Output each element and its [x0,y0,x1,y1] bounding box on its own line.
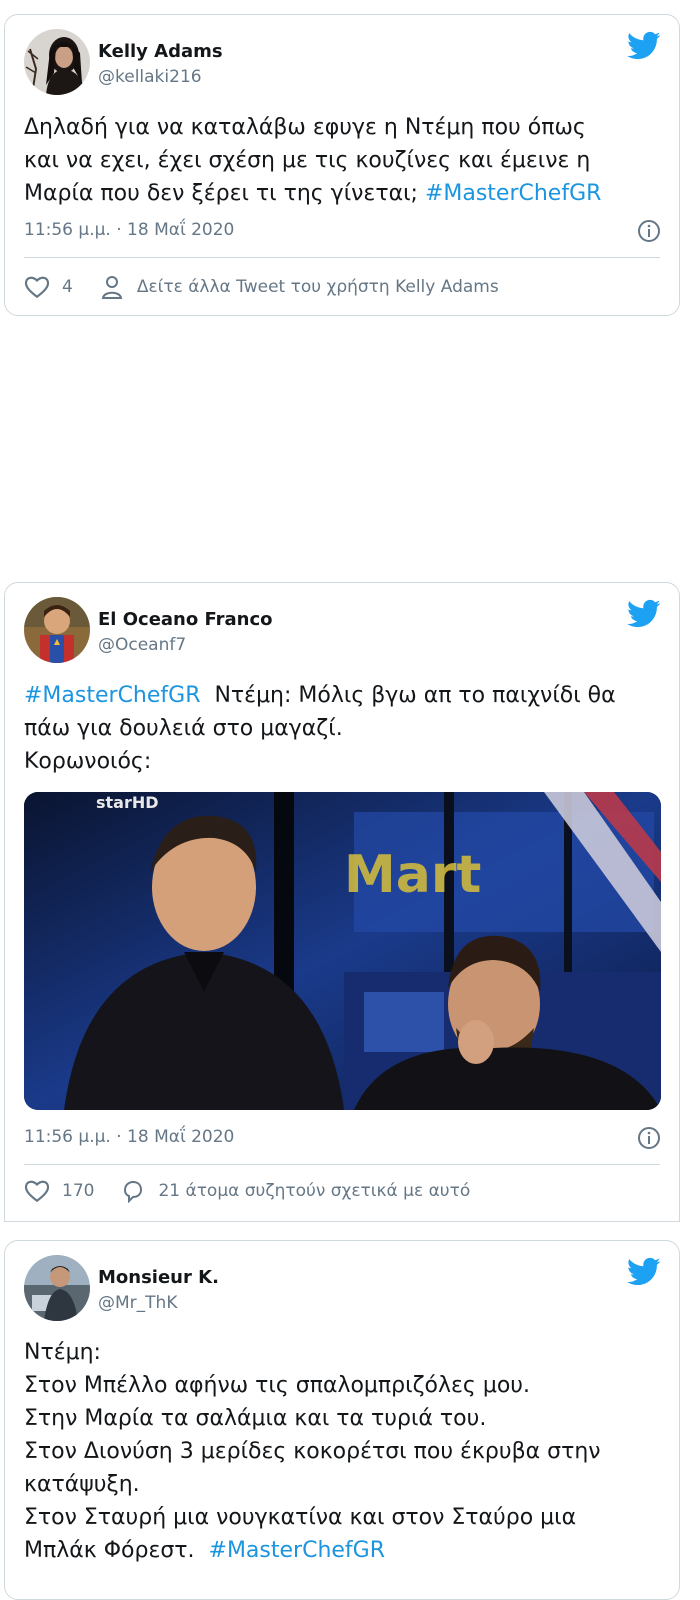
avatar[interactable] [24,29,90,95]
text-line: Κορωνοιός: [24,749,152,774]
conversation-link[interactable]: 21 άτομα συζητούν σχετικά με αυτό [158,1181,470,1201]
background-sign: Mart [344,845,481,905]
user-handle[interactable]: @Oceanf7 [98,635,186,655]
text-line: και να εχει, έχει σχέση με τις κουζίνες … [24,148,591,173]
text-line: κατάψυξη. [24,1472,140,1497]
text-line: Στον Μπέλλο αφήνω τις σπαλομπριζόλες μου… [24,1373,530,1398]
tweet-text: Δηλαδή για να καταλάβω εφυγε η Ντέμη που… [24,111,664,210]
text-line: Μπλάκ Φόρεστ. [24,1538,209,1563]
more-tweets-link[interactable]: Δείτε άλλα Tweet του χρήστη Kelly Adams [137,277,499,297]
heart-icon[interactable] [24,1179,50,1203]
user-handle[interactable]: @Mr_ThK [98,1293,177,1313]
twitter-bird-icon[interactable] [627,1257,661,1287]
hashtag-link[interactable]: #MasterChefGR [425,181,601,206]
like-count[interactable]: 4 [62,277,73,297]
text-line: Μαρία που δεν ξέρει τι της γίνεται; [24,181,418,206]
display-name[interactable]: Kelly Adams [98,41,223,62]
tweet-actions: 170 21 άτομα συζητούν σχετικά με αυτό [24,1179,470,1203]
tweet-text: #MasterChefGR Ντέμη: Μόλις βγω απ το παι… [24,679,664,778]
display-name[interactable]: Monsieur K. [98,1267,219,1288]
tweet-card[interactable]: El Oceano Franco @Oceanf7 #MasterChefGR … [4,582,680,1222]
text-line: Στην Μαρία τα σαλάμια και τα τυριά του. [24,1406,487,1431]
divider [24,257,660,258]
tweet-actions: 4 Δείτε άλλα Tweet του χρήστη Kelly Adam… [24,275,499,299]
avatar[interactable] [24,597,90,663]
heart-icon[interactable] [24,275,50,299]
reply-bubble-icon[interactable] [120,1179,146,1203]
tweet-card[interactable]: Monsieur K. @Mr_ThK Ντέμη: Στον Μπέλλο α… [4,1240,680,1600]
twitter-bird-icon[interactable] [627,599,661,629]
tweet-card[interactable]: Kelly Adams @kellaki216 Δηλαδή για να κα… [4,14,680,316]
tweet-timestamp[interactable]: 11:56 μ.μ. · 18 Μαΐ 2020 [24,1127,234,1147]
twitter-bird-icon[interactable] [627,31,661,61]
tweet-text: Ντέμη: Στον Μπέλλο αφήνω τις σπαλομπριζό… [24,1336,664,1567]
hashtag-link[interactable]: #MasterChefGR [209,1538,385,1563]
user-handle[interactable]: @kellaki216 [98,67,202,87]
avatar[interactable] [24,1255,90,1321]
person-icon[interactable] [99,275,125,299]
text-line: Ντέμη: Μόλις βγω απ το παιχνίδι θα [200,683,616,708]
text-line: Στον Διονύση 3 μερίδες κοκορέτσι που έκρ… [24,1439,601,1464]
text-line: Ντέμη: [24,1340,101,1365]
info-icon[interactable] [637,1126,661,1150]
text-line: Δηλαδή για να καταλάβω εφυγε η Ντέμη που… [24,115,586,140]
hashtag-link[interactable]: #MasterChefGR [24,683,200,708]
text-line: Στον Σταυρή μια νουγκατίνα και στον Σταύ… [24,1505,577,1530]
like-count[interactable]: 170 [62,1181,94,1201]
info-icon[interactable] [637,219,661,243]
display-name[interactable]: El Oceano Franco [98,609,273,630]
channel-logo: starHD [96,793,159,812]
text-line: πάω για δουλειά στο μαγαζί. [24,716,343,741]
divider [24,1164,660,1165]
tweet-timestamp[interactable]: 11:56 μ.μ. · 18 Μαΐ 2020 [24,220,234,240]
tweet-media-image[interactable]: starHD Mart [24,792,661,1110]
